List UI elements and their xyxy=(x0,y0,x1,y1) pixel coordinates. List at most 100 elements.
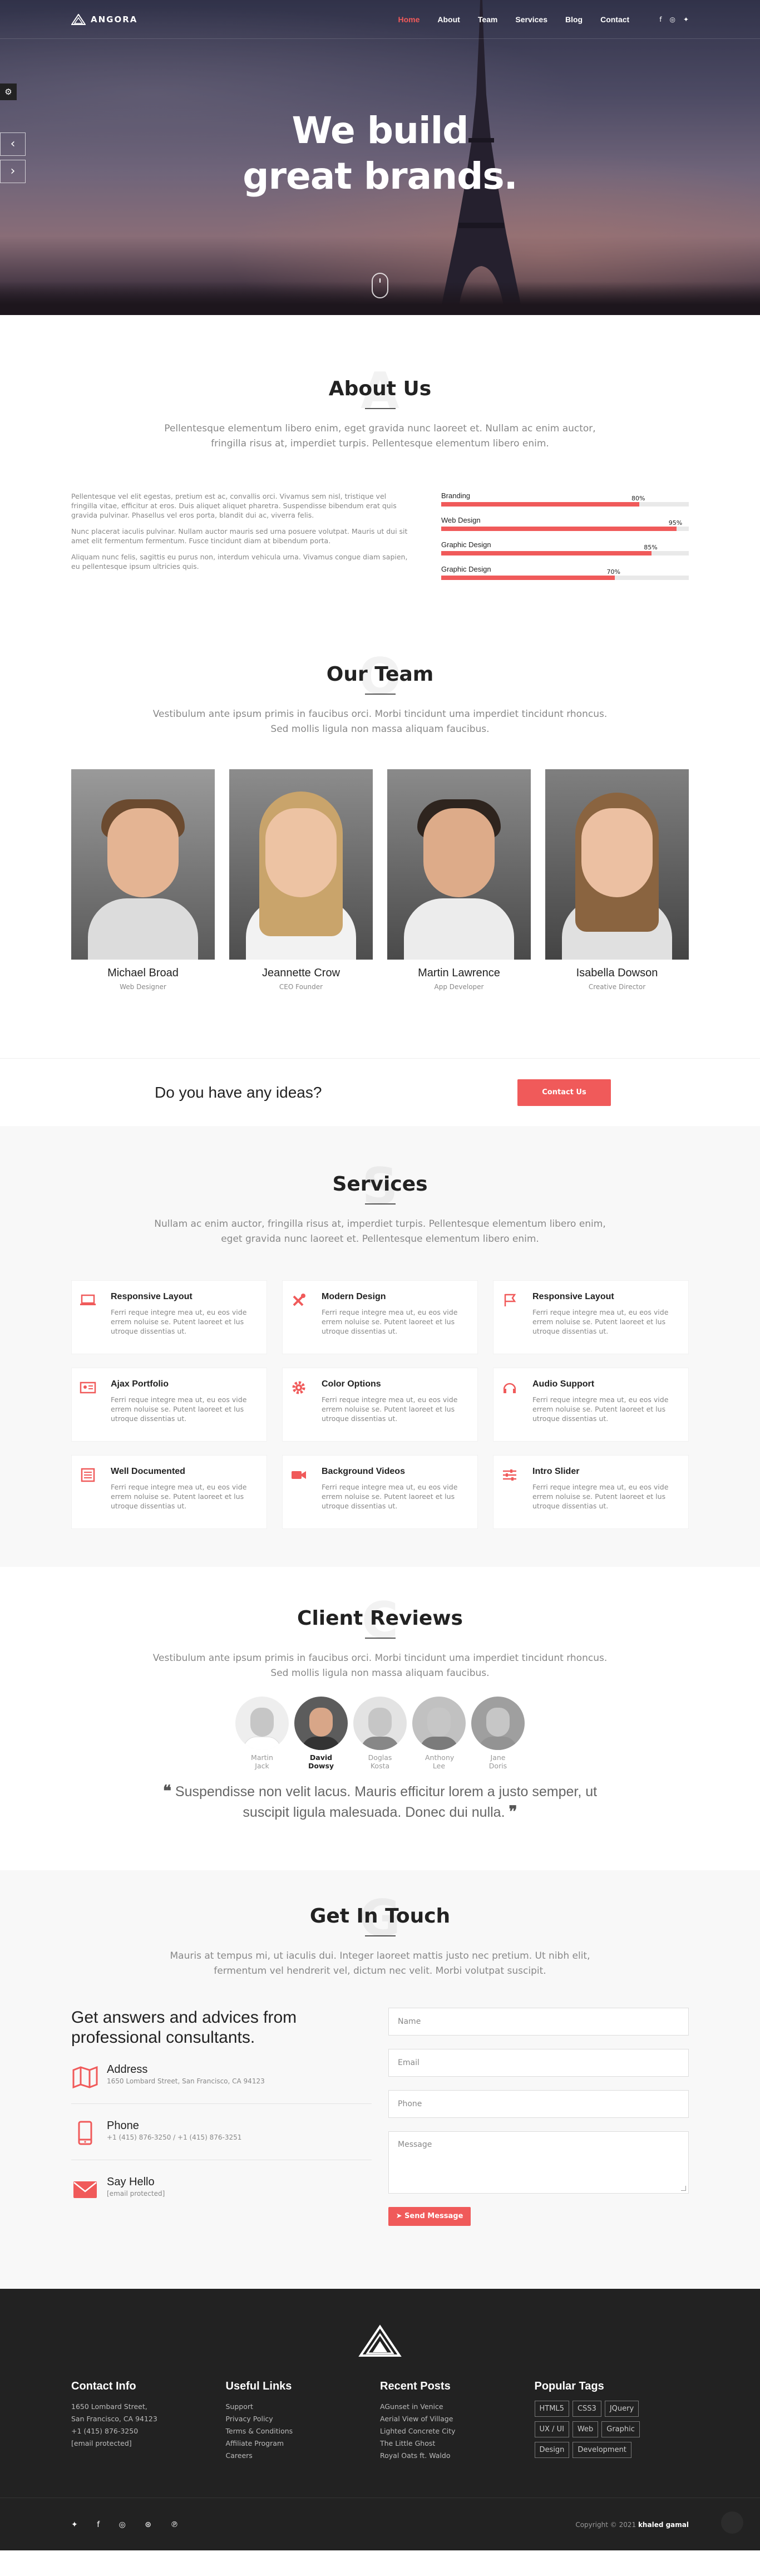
tag[interactable]: HTML5 xyxy=(534,2401,569,2417)
twitter-icon[interactable]: ✦ xyxy=(71,2520,78,2529)
message-textarea[interactable]: Message xyxy=(388,2131,689,2194)
service-card[interactable]: Responsive Layout Ferri reque integre me… xyxy=(493,1280,689,1354)
client-avatar[interactable]: Doglas Kosta xyxy=(351,1697,409,1770)
contact-address: Address 1650 Lombard Street, San Francis… xyxy=(71,2048,372,2104)
footer-link[interactable]: Support xyxy=(226,2401,381,2413)
contact-us-button[interactable]: Contact Us xyxy=(517,1079,611,1106)
footer-useful-links: Useful Links Support Privacy Policy Term… xyxy=(226,2380,381,2462)
back-to-top-button[interactable] xyxy=(721,2511,743,2534)
dribbble-icon[interactable]: ⊛ xyxy=(145,2520,151,2529)
footer-logo-icon[interactable] xyxy=(358,2289,402,2358)
send-message-button[interactable]: ➤ Send Message xyxy=(388,2207,471,2226)
service-card[interactable]: Audio Support Ferri reque integre mea ut… xyxy=(493,1368,689,1442)
name-input[interactable]: Name xyxy=(388,2008,689,2036)
member-role: Creative Director xyxy=(588,983,646,991)
footer-link[interactable]: Careers xyxy=(226,2450,381,2462)
service-card[interactable]: Modern Design Ferri reque integre mea ut… xyxy=(282,1280,478,1354)
tag[interactable]: Design xyxy=(534,2442,570,2458)
service-card[interactable]: Color Options Ferri reque integre mea ut… xyxy=(282,1368,478,1442)
nav-about[interactable]: About xyxy=(437,15,460,24)
copyright: Copyright © 2021 khaled gamal xyxy=(575,2521,689,2529)
team-member[interactable]: Martin Lawrence App Developer xyxy=(387,769,531,991)
nav-team[interactable]: Team xyxy=(478,15,498,24)
instagram-icon[interactable]: ◎ xyxy=(119,2520,126,2529)
tag[interactable]: Graphic xyxy=(601,2421,640,2437)
tag[interactable]: CSS3 xyxy=(572,2401,601,2417)
reviews-title-text: Client Reviews xyxy=(297,1607,463,1630)
member-photo xyxy=(387,769,531,960)
tag[interactable]: Web xyxy=(572,2421,599,2437)
nav-home[interactable]: Home xyxy=(398,15,420,24)
footer-link[interactable]: Affiliate Program xyxy=(226,2437,381,2450)
gear-icon xyxy=(292,1381,305,1394)
footer-bottom: ✦ f ◎ ⊛ ℗ Copyright © 2021 khaled gamal xyxy=(0,2498,760,2550)
email-input[interactable]: Email xyxy=(388,2049,689,2077)
contact-item-title: Address xyxy=(107,2063,148,2076)
footer-post-link[interactable]: AGunset in Venice xyxy=(380,2401,535,2413)
service-title: Responsive Layout xyxy=(111,1292,193,1301)
instagram-icon[interactable]: ◎ xyxy=(669,16,675,23)
service-text: Ferri reque integre mea ut, eu eos vide … xyxy=(322,1483,458,1510)
skill-fill xyxy=(441,576,615,580)
service-text: Ferri reque integre mea ut, eu eos vide … xyxy=(322,1395,458,1423)
brand-name: ANGORA xyxy=(91,14,138,24)
service-card[interactable]: Well Documented Ferri reque integre mea … xyxy=(71,1455,267,1529)
footer-post-link[interactable]: Aerial View of Village xyxy=(380,2413,535,2425)
footer-text: San Francisco, CA 94123 xyxy=(71,2415,157,2423)
nav-contact[interactable]: Contact xyxy=(600,15,629,24)
footer-link[interactable]: Terms & Conditions xyxy=(226,2425,381,2437)
service-title: Responsive Layout xyxy=(532,1292,614,1301)
team-member[interactable]: Jeannette Crow CEO Founder xyxy=(229,769,373,991)
review-quote-text: Suspendisse non velit lacus. Mauris effi… xyxy=(175,1784,598,1820)
sliders-icon xyxy=(503,1469,516,1481)
contact-item-text: 1650 Lombard Street, San Francisco, CA 9… xyxy=(107,2077,265,2085)
client-avatar[interactable]: Jane Doris xyxy=(468,1697,527,1770)
member-role: App Developer xyxy=(434,983,484,991)
service-card[interactable]: Intro Slider Ferri reque integre mea ut,… xyxy=(493,1455,689,1529)
service-card[interactable]: Background Videos Ferri reque integre me… xyxy=(282,1455,478,1529)
client-avatar-active[interactable]: David Dowsy xyxy=(292,1697,351,1770)
nav-blog[interactable]: Blog xyxy=(565,15,583,24)
team-member[interactable]: Michael Broad Web Designer xyxy=(71,769,215,991)
about-subtitle: Pellentesque elementum libero enim, eget… xyxy=(164,423,596,449)
tag[interactable]: Development xyxy=(573,2442,631,2458)
service-card[interactable]: Ajax Portfolio Ferri reque integre mea u… xyxy=(71,1368,267,1442)
service-text: Ferri reque integre mea ut, eu eos vide … xyxy=(111,1483,247,1510)
footer-link[interactable]: Privacy Policy xyxy=(226,2413,381,2425)
copyright-prefix: Copyright © 2021 xyxy=(575,2520,636,2529)
footer-col-title: Popular Tags xyxy=(534,2380,604,2392)
scroll-down-icon[interactable] xyxy=(372,273,388,298)
contact-heading: Get answers and advices from professiona… xyxy=(71,2008,297,2047)
member-role: Web Designer xyxy=(120,983,166,991)
footer-col-title: Recent Posts xyxy=(380,2380,451,2392)
skill-bar: Graphic Design 85% xyxy=(441,540,689,555)
footer-post-link[interactable]: Royal Oats ft. Waldo xyxy=(380,2450,535,2462)
footer-post-link[interactable]: Lighted Concrete City xyxy=(380,2425,535,2437)
tag[interactable]: UX / UI xyxy=(534,2421,569,2437)
footer-col-title: Contact Info xyxy=(71,2380,136,2392)
twitter-icon[interactable]: ✦ xyxy=(683,16,689,23)
facebook-icon[interactable]: f xyxy=(97,2520,100,2529)
client-avatar[interactable]: Martin Jack xyxy=(233,1697,292,1770)
facebook-icon[interactable]: f xyxy=(659,16,662,23)
footer-post-link[interactable]: The Little Ghost xyxy=(380,2437,535,2450)
copyright-author[interactable]: khaled gamal xyxy=(638,2521,689,2529)
footer-text: +1 (415) 876-3250 xyxy=(71,2427,139,2435)
settings-gear-icon[interactable]: ⚙ xyxy=(0,83,17,100)
brand-logo[interactable]: ANGORA xyxy=(71,14,137,25)
member-photo xyxy=(229,769,373,960)
laptop-icon xyxy=(80,1294,96,1305)
member-name: Jeannette Crow xyxy=(261,967,340,979)
phone-input[interactable]: Phone xyxy=(388,2090,689,2118)
hero-title: We build great brands. xyxy=(0,108,760,199)
skill-percent: 85% xyxy=(644,544,658,553)
tag[interactable]: JQuery xyxy=(604,2401,639,2417)
skill-label: Branding xyxy=(441,491,471,500)
service-title: Modern Design xyxy=(322,1292,386,1301)
team-member[interactable]: Isabella Dowson Creative Director xyxy=(545,769,689,991)
client-avatar[interactable]: Anthony Lee xyxy=(409,1697,468,1770)
id-card-icon xyxy=(80,1382,96,1394)
service-card[interactable]: Responsive Layout Ferri reque integre me… xyxy=(71,1280,267,1354)
pinterest-icon[interactable]: ℗ xyxy=(170,2520,178,2529)
nav-services[interactable]: Services xyxy=(515,15,547,24)
